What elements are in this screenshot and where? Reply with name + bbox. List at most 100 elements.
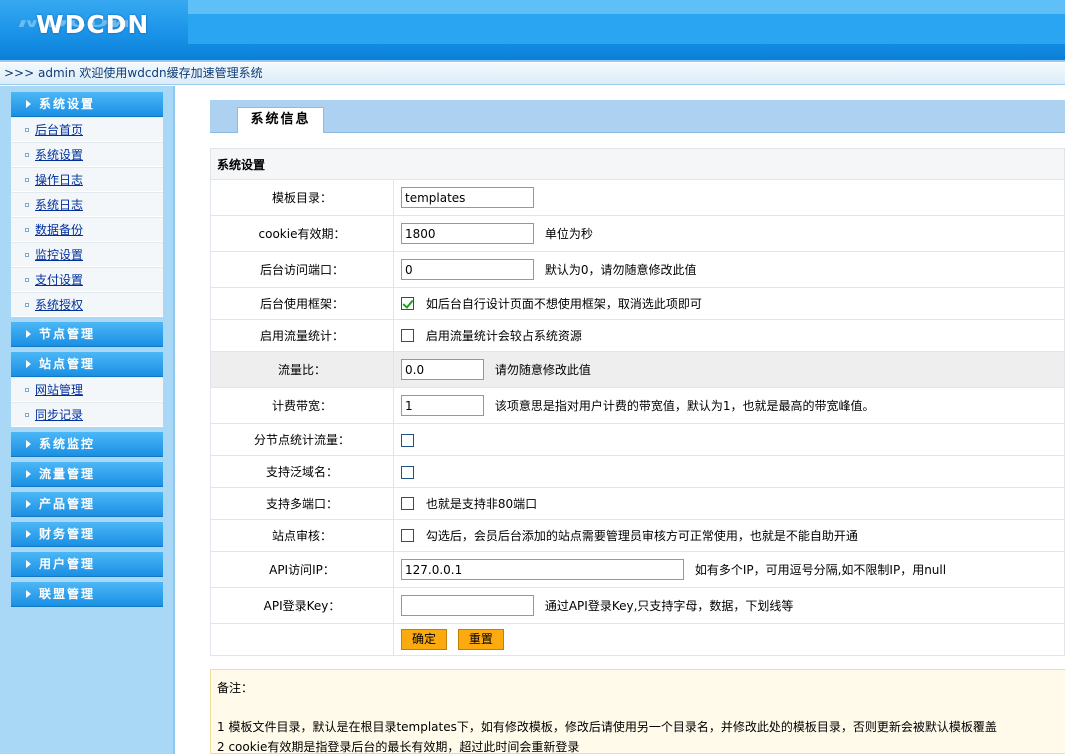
- field-hint: 默认为0，请勿随意修改此值: [544, 263, 697, 277]
- sidebar-group-user-management[interactable]: 用户管理: [11, 552, 163, 577]
- sidebar-group-node-management[interactable]: 节点管理: [11, 322, 163, 347]
- bullet-icon: [25, 128, 29, 132]
- section-title: 系统设置: [210, 148, 1065, 180]
- sidebar-link-data-backup[interactable]: 数据备份: [35, 223, 83, 237]
- sidebar-group-alliance-management[interactable]: 联盟管理: [11, 582, 163, 607]
- form-row-site-audit: 站点审核： 勾选后，会员后台添加的站点需要管理员审核方可正常使用，也就是不能自助…: [210, 519, 1065, 552]
- form-row-node-traffic: 分节点统计流量：: [210, 423, 1065, 456]
- bullet-icon: [25, 278, 29, 282]
- cookie-expiry-input[interactable]: [401, 223, 534, 244]
- field-hint: 请勿随意修改此值: [494, 363, 591, 377]
- bullet-icon: [25, 413, 29, 417]
- header-band: [188, 14, 1065, 44]
- sidebar-link-payment-settings[interactable]: 支付设置: [35, 273, 83, 287]
- sidebar-link-system-license[interactable]: 系统授权: [35, 298, 83, 312]
- triangle-right-icon: [26, 360, 31, 368]
- sidebar-item[interactable]: 数据备份: [11, 217, 163, 242]
- field-hint: 该项意思是指对用户计费的带宽值，默认为1，也就是最高的带宽峰值。: [494, 399, 875, 413]
- template-dir-input[interactable]: [401, 187, 534, 208]
- sidebar-item[interactable]: 系统日志: [11, 192, 163, 217]
- tab-strip: 系统信息: [210, 100, 1065, 133]
- sidebar-link-sync-records[interactable]: 同步记录: [35, 408, 83, 422]
- form-row-port: 后台访问端口： 默认为0，请勿随意修改此值: [210, 251, 1065, 288]
- confirm-button[interactable]: 确定: [401, 629, 447, 650]
- form-row-api-ip: API访问IP： 如有多个IP，可用逗号分隔,如不限制IP，用null: [210, 551, 1065, 588]
- field-label: 计费带宽：: [210, 387, 394, 424]
- bullet-icon: [25, 203, 29, 207]
- traffic-ratio-input[interactable]: [401, 359, 484, 380]
- form-row-cookie: cookie有效期： 单位为秒: [210, 215, 1065, 252]
- admin-port-input[interactable]: [401, 259, 534, 280]
- sidebar: 系统设置 后台首页 系统设置 操作日志 系统日志 数据备份 监控设置 支付设置 …: [11, 92, 163, 612]
- field-hint: 如后台自行设计页面不想使用框架，取消选此项即可: [425, 297, 702, 311]
- sidebar-link-home[interactable]: 后台首页: [35, 123, 83, 137]
- bullet-icon: [25, 253, 29, 257]
- sidebar-item[interactable]: 后台首页: [11, 117, 163, 142]
- form-row-traffic-stat: 启用流量统计： 启用流量统计会较占系统资源: [210, 319, 1065, 352]
- field-label: 模板目录：: [210, 179, 394, 216]
- section-header-row: 系统设置: [210, 148, 1065, 180]
- settings-form: 系统设置 模板目录： cookie有效期： 单位为秒 后台访问端口： 默认为0，…: [210, 148, 1065, 656]
- reset-button[interactable]: 重置: [457, 629, 504, 650]
- sidebar-item[interactable]: 网站管理: [11, 377, 163, 402]
- bullet-icon: [25, 388, 29, 392]
- form-row-buttons: 确定 重置: [210, 623, 1065, 656]
- field-label: API访问IP：: [210, 551, 394, 588]
- triangle-right-icon: [26, 440, 31, 448]
- traffic-stat-checkbox[interactable]: [401, 329, 414, 342]
- sidebar-link-system-settings[interactable]: 系统设置: [35, 148, 83, 162]
- sidebar-link-website-management[interactable]: 网站管理: [35, 383, 83, 397]
- field-hint: 通过API登录Key,只支持字母，数据，下划线等: [544, 599, 794, 613]
- sidebar-link-operation-log[interactable]: 操作日志: [35, 173, 83, 187]
- field-label: 后台访问端口：: [210, 251, 394, 288]
- sidebar-group-site-management[interactable]: 站点管理: [11, 352, 163, 377]
- triangle-right-icon: [26, 100, 31, 108]
- sidebar-group-system-settings[interactable]: 系统设置: [11, 92, 163, 117]
- sidebar-link-system-log[interactable]: 系统日志: [35, 198, 83, 212]
- field-label: 分节点统计流量：: [210, 423, 394, 456]
- wildcard-domain-checkbox[interactable]: [401, 465, 414, 479]
- triangle-right-icon: [26, 470, 31, 478]
- main-content: 系统信息 系统设置 模板目录： cookie有效期： 单位为秒 后台访问端口： …: [177, 86, 1065, 754]
- billing-bandwidth-input[interactable]: [401, 395, 484, 416]
- header: WDCDN WDCDN: [0, 0, 1065, 62]
- sidebar-group-system-monitor[interactable]: 系统监控: [11, 432, 163, 457]
- use-frame-checkbox[interactable]: [401, 297, 414, 310]
- form-row-traffic-ratio: 流量比： 请勿随意修改此值: [210, 351, 1065, 388]
- sidebar-item[interactable]: 操作日志: [11, 167, 163, 192]
- triangle-right-icon: [26, 590, 31, 598]
- field-hint: 单位为秒: [544, 227, 593, 241]
- bullet-icon: [25, 228, 29, 232]
- node-traffic-checkbox[interactable]: [401, 433, 414, 447]
- triangle-right-icon: [26, 330, 31, 338]
- field-label: 站点审核：: [210, 519, 394, 552]
- field-label: 支持泛域名：: [210, 455, 394, 488]
- sidebar-group-traffic-management[interactable]: 流量管理: [11, 462, 163, 487]
- tab-system-info[interactable]: 系统信息: [237, 107, 324, 133]
- sidebar-item[interactable]: 系统设置: [11, 142, 163, 167]
- triangle-right-icon: [26, 530, 31, 538]
- sidebar-item[interactable]: 系统授权: [11, 292, 163, 317]
- sidebar-link-monitor-settings[interactable]: 监控设置: [35, 248, 83, 262]
- field-label: cookie有效期：: [210, 215, 394, 252]
- sidebar-group-finance-management[interactable]: 财务管理: [11, 522, 163, 547]
- api-key-input[interactable]: [401, 595, 534, 616]
- sidebar-item[interactable]: 监控设置: [11, 242, 163, 267]
- field-hint: 启用流量统计会较占系统资源: [425, 329, 582, 343]
- field-label: 后台使用框架：: [210, 287, 394, 320]
- notes-line: 1 模板文件目录，默认是在根目录templates下，如有修改模板，修改后请使用…: [217, 720, 997, 734]
- form-row-multi-port: 支持多端口： 也就是支持非80端口: [210, 487, 1065, 520]
- api-ip-input[interactable]: [401, 559, 684, 580]
- form-row-wildcard: 支持泛域名：: [210, 455, 1065, 488]
- field-hint: 也就是支持非80端口: [425, 497, 538, 511]
- sidebar-item[interactable]: 同步记录: [11, 402, 163, 427]
- site-audit-checkbox[interactable]: [401, 529, 414, 542]
- logo-reflection: WDCDN: [18, 20, 132, 29]
- sidebar-item[interactable]: 支付设置: [11, 267, 163, 292]
- field-label: 支持多端口：: [210, 487, 394, 520]
- bullet-icon: [25, 178, 29, 182]
- sidebar-group-product-management[interactable]: 产品管理: [11, 492, 163, 517]
- form-row-bandwidth: 计费带宽： 该项意思是指对用户计费的带宽值，默认为1，也就是最高的带宽峰值。: [210, 387, 1065, 424]
- bullet-icon: [25, 153, 29, 157]
- multi-port-checkbox[interactable]: [401, 497, 414, 510]
